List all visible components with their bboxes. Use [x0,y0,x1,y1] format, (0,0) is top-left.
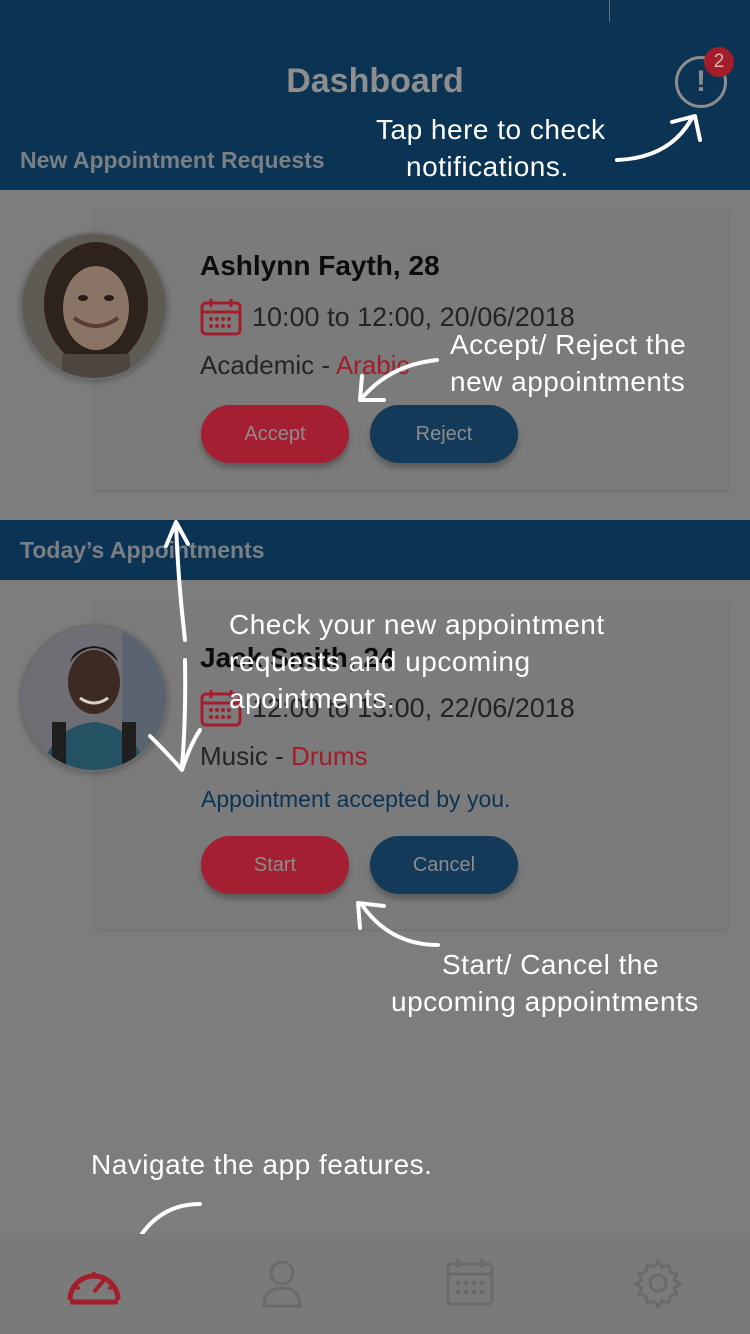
arrow-down [180,658,188,768]
arrow-to-start [360,903,440,947]
arrow-to-notifications [615,116,694,162]
nav-profile-button[interactable] [252,1258,312,1313]
speedometer-icon [67,1272,121,1305]
arrow-up [174,522,187,642]
nav-dashboard-button[interactable] [64,1258,124,1313]
hint-arrows [122,114,702,1264]
nav-calendar-button[interactable] [440,1258,500,1313]
calendar-icon [446,1259,494,1306]
gear-icon [633,1258,683,1310]
user-icon [262,1260,302,1308]
arrow-to-accept [360,358,439,400]
nav-settings-button[interactable] [628,1258,688,1313]
